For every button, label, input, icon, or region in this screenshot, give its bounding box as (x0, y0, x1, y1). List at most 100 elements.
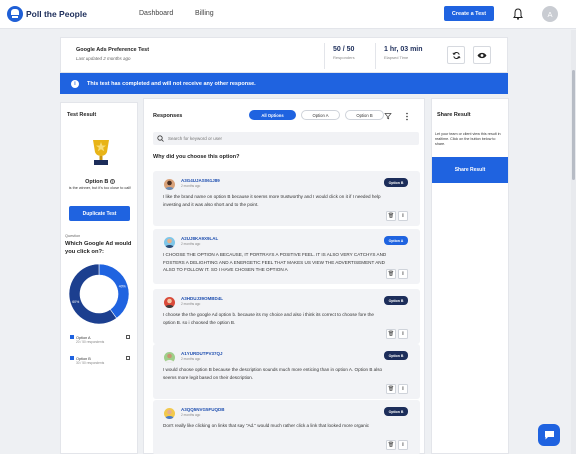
legend-swatch (70, 356, 74, 360)
share-result-button[interactable]: Share Result (432, 157, 508, 183)
info-icon: i (71, 79, 79, 88)
checkbox-icon[interactable] (126, 356, 130, 360)
responders-label: Responders (333, 55, 355, 60)
bell-icon[interactable] (513, 8, 523, 20)
page-scrollbar[interactable] (571, 30, 576, 454)
response-card: A3QQ5NVG5FUQDB 2 months ago Option B Don… (153, 400, 420, 454)
search-bar (153, 132, 419, 145)
elapsed-value: 1 hr, 03 min (384, 46, 423, 53)
info-button[interactable]: i (398, 269, 408, 279)
respondent-id[interactable]: A3G4UJAS061J89 (181, 178, 220, 183)
preview-button[interactable] (473, 46, 491, 64)
tab-option-a[interactable]: Option A (301, 110, 340, 120)
legend-sub: 30 / 50 respondents (76, 361, 105, 365)
eye-icon (477, 52, 487, 58)
avatar (164, 408, 175, 419)
filter-icon[interactable] (384, 112, 392, 120)
responders-value: 50 / 50 (333, 46, 355, 53)
response-card: A3HDUJ39OMBD4L 2 months ago Option B I c… (153, 289, 420, 344)
chat-button[interactable] (538, 424, 560, 446)
completed-banner: i This test has completed and will not r… (60, 73, 508, 94)
test-header-card: Google Ads Preference Test Last updated … (60, 37, 508, 73)
more-options-icon[interactable] (405, 112, 409, 121)
create-test-button[interactable]: Create a Test (444, 6, 494, 21)
legend-sub: 20 / 50 respondents (76, 340, 105, 344)
elapsed-stat: 1 hr, 03 min Elapsed Time (375, 43, 435, 69)
nav-dashboard[interactable]: Dashboard (139, 10, 173, 17)
logo-icon (7, 6, 23, 22)
responses-title: Responses (153, 113, 183, 119)
legend-option-a: Option A 20 / 50 respondents (70, 335, 130, 344)
response-time: 2 months ago (181, 184, 201, 188)
respondent-id[interactable]: A2UJ8KA9X9LAL (181, 236, 218, 241)
info-button[interactable]: i (398, 211, 408, 221)
trophy-icon (93, 140, 109, 165)
response-actions: 🗑 i (384, 211, 408, 221)
trash-icon: 🗑 (387, 331, 395, 337)
trash-icon: 🗑 (387, 213, 395, 219)
info-button[interactable]: i (398, 384, 408, 394)
respondent-id[interactable]: A3HDUJ39OMBD4L (181, 296, 223, 301)
banner-text: This test has completed and will not rec… (87, 80, 256, 87)
share-description: Let your team or client view this result… (435, 132, 501, 146)
info-icon: i (402, 386, 404, 392)
info-button[interactable]: i (398, 329, 408, 339)
test-result-title: Test Result (67, 112, 97, 118)
winner-name: Option B (85, 179, 109, 185)
nav-billing[interactable]: Billing (195, 10, 214, 17)
result-donut-chart: 40% 60% (68, 263, 130, 325)
refresh-button[interactable] (447, 46, 465, 64)
test-title: Google Ads Preference Test (76, 47, 150, 53)
elapsed-label: Elapsed Time (384, 55, 409, 60)
response-actions: 🗑 i (384, 440, 408, 450)
response-text: I CHOOSE THE OPTION A BECAUSE, IT PORTRA… (163, 252, 387, 272)
response-card: A3G4UJAS061J89 2 months ago Option B I l… (153, 171, 420, 226)
share-result-panel: Share Result Let your team or client vie… (431, 98, 509, 454)
info-button[interactable]: i (398, 440, 408, 450)
trash-icon: 🗑 (387, 442, 395, 448)
winner-text: is the winner, but it's too close to cal… (68, 186, 132, 190)
response-time: 2 months ago (181, 302, 201, 306)
option-badge: Option A (384, 236, 408, 245)
option-badge: Option B (384, 351, 408, 360)
delete-button[interactable]: 🗑 (386, 269, 396, 279)
search-input[interactable] (168, 136, 408, 141)
response-text: I like the brand name on option B becaus… (163, 194, 381, 207)
duplicate-test-button[interactable]: Duplicate Test (69, 206, 130, 221)
delete-button[interactable]: 🗑 (386, 211, 396, 221)
search-icon (157, 135, 164, 142)
chat-icon (544, 431, 554, 440)
donut-slice-option-a (98, 263, 130, 319)
option-badge: Option B (384, 296, 408, 305)
response-time: 2 months ago (181, 242, 201, 246)
info-icon: i (402, 331, 404, 337)
response-time: 2 months ago (181, 357, 201, 361)
response-card: A1YURDUTPV37QJ 2 months ago Option B I w… (153, 344, 420, 399)
help-icon[interactable]: ? (109, 179, 115, 185)
trash-icon: 🗑 (387, 386, 395, 392)
delete-button[interactable]: 🗑 (386, 440, 396, 450)
refresh-icon (452, 51, 460, 59)
avatar (164, 352, 175, 363)
delete-button[interactable]: 🗑 (386, 329, 396, 339)
response-actions: 🗑 i (384, 384, 408, 394)
test-result-panel: Test Result Option B ? is the winner, bu… (60, 102, 138, 454)
avatar (164, 179, 175, 190)
scroll-thumb[interactable] (572, 70, 575, 180)
respondent-id[interactable]: A1YURDUTPV37QJ (181, 351, 223, 356)
respondent-id[interactable]: A3QQ5NVG5FUQDB (181, 407, 225, 412)
tab-option-b[interactable]: Option B (345, 110, 384, 120)
response-text: I would choose option B because the desc… (163, 367, 383, 380)
avatar (164, 237, 175, 248)
delete-button[interactable]: 🗑 (386, 384, 396, 394)
option-tabs: All Options Option A Option B (249, 110, 389, 120)
user-avatar[interactable]: A (542, 6, 558, 22)
checkbox-icon[interactable] (126, 335, 130, 339)
responses-question: Why did you choose this option? (153, 154, 240, 160)
tab-all-options[interactable]: All Options (249, 110, 296, 120)
question-label: Question (65, 234, 81, 238)
share-result-title: Share Result (437, 112, 471, 118)
info-icon: i (402, 271, 404, 277)
option-badge: Option B (384, 178, 408, 187)
logo[interactable]: Poll the People (7, 6, 87, 22)
